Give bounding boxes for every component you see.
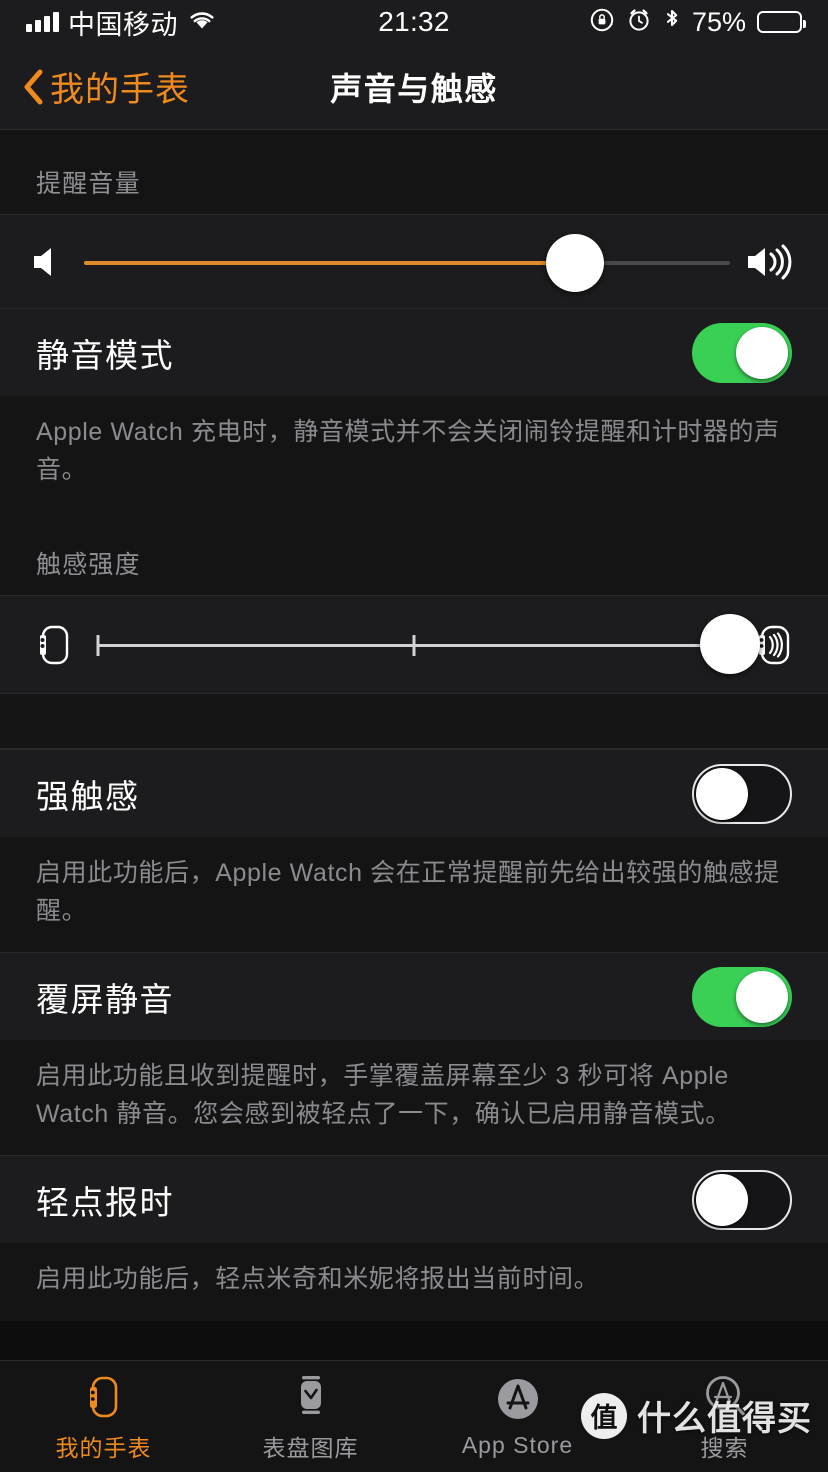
toggle-knob — [696, 767, 748, 820]
row-cover-to-mute[interactable]: 覆屏静音 — [0, 952, 828, 1040]
settings-list: 提醒音量 静音模式 Apple Watch 充电时，静音模式并不会关闭闹铃提醒和… — [0, 130, 828, 1360]
volume-thumb[interactable] — [545, 233, 604, 292]
clock-label: 21:32 — [378, 6, 450, 37]
haptic-track[interactable] — [96, 596, 760, 694]
tab-search[interactable]: 搜索 — [621, 1361, 828, 1472]
tab-app-store[interactable]: App Store — [414, 1361, 621, 1472]
cover-to-mute-toggle[interactable] — [692, 966, 792, 1027]
prominent-haptic-toggle[interactable] — [692, 763, 792, 824]
section-header-haptic: 触感强度 — [0, 511, 828, 595]
alert-volume-slider-row[interactable] — [0, 214, 828, 308]
toggle-knob — [696, 1173, 748, 1226]
tab-my-watch[interactable]: 我的手表 — [0, 1361, 207, 1472]
speaker-low-icon — [24, 242, 76, 282]
tap-to-speak-time-note: 启用此功能后，轻点米奇和米妮将报出当前时间。 — [0, 1243, 828, 1321]
silent-mode-toggle[interactable] — [692, 322, 792, 383]
prominent-haptic-note: 启用此功能后，Apple Watch 会在正常提醒前先给出较强的触感提醒。 — [0, 837, 828, 952]
haptic-tick-mid — [412, 634, 416, 656]
tab-label: 表盘图库 — [262, 1434, 359, 1461]
prominent-haptic-label: 强触感 — [36, 777, 140, 815]
silent-mode-note: Apple Watch 充电时，静音模式并不会关闭闹铃提醒和计时器的声音。 — [0, 396, 828, 511]
status-bar-right: 75% — [589, 6, 806, 38]
search-app-store-icon — [701, 1371, 749, 1423]
tap-to-speak-time-toggle[interactable] — [692, 1169, 792, 1230]
toggle-knob — [736, 326, 788, 379]
alarm-clock-icon — [626, 7, 652, 38]
chevron-left-icon — [22, 68, 44, 106]
watch-icon — [81, 1371, 127, 1423]
navigation-bar: 我的手表 声音与触感 — [0, 44, 828, 130]
haptic-strength-slider-row[interactable] — [0, 595, 828, 693]
speaker-high-icon — [738, 240, 804, 284]
status-bar-left: 中国移动 — [26, 3, 217, 42]
row-prominent-haptic[interactable]: 强触感 — [0, 749, 828, 837]
section-spacer — [0, 693, 828, 749]
silent-mode-label: 静音模式 — [36, 336, 174, 374]
tab-label: 搜索 — [700, 1434, 749, 1461]
app-store-icon — [494, 1374, 542, 1426]
status-bar: 中国移动 21:32 75% — [0, 0, 828, 44]
volume-track-fill — [84, 260, 575, 265]
battery-icon — [757, 11, 806, 33]
bluetooth-icon — [663, 7, 681, 38]
tab-bar: 我的手表 表盘图库 App Store 搜索 — [0, 1360, 828, 1472]
watch-face-gallery-icon — [288, 1371, 334, 1423]
back-button-label: 我的手表 — [50, 71, 190, 109]
cover-to-mute-label: 覆屏静音 — [36, 980, 174, 1018]
row-silent-mode[interactable]: 静音模式 — [0, 308, 828, 396]
carrier-label: 中国移动 — [68, 9, 178, 40]
back-button[interactable]: 我的手表 — [22, 62, 190, 111]
signal-bars-icon — [26, 12, 59, 32]
tab-face-gallery[interactable]: 表盘图库 — [207, 1361, 414, 1472]
tab-label: App Store — [461, 1432, 574, 1458]
toggle-knob — [736, 970, 788, 1023]
cover-to-mute-note: 启用此功能且收到提醒时，手掌覆盖屏幕至少 3 秒可将 Apple Watch 静… — [0, 1040, 828, 1155]
section-header-volume: 提醒音量 — [0, 130, 828, 214]
row-tap-to-speak-time[interactable]: 轻点报时 — [0, 1155, 828, 1243]
rotation-lock-icon — [589, 7, 615, 38]
tap-to-speak-time-label: 轻点报时 — [36, 1183, 174, 1221]
wifi-icon — [187, 9, 217, 36]
battery-percent-label: 75% — [691, 6, 746, 37]
watch-haptic-weak-icon — [24, 618, 84, 672]
tab-label: 我的手表 — [55, 1434, 152, 1461]
haptic-tick-min — [96, 634, 100, 656]
alert-volume-track[interactable] — [84, 215, 730, 309]
haptic-thumb[interactable] — [700, 613, 760, 674]
